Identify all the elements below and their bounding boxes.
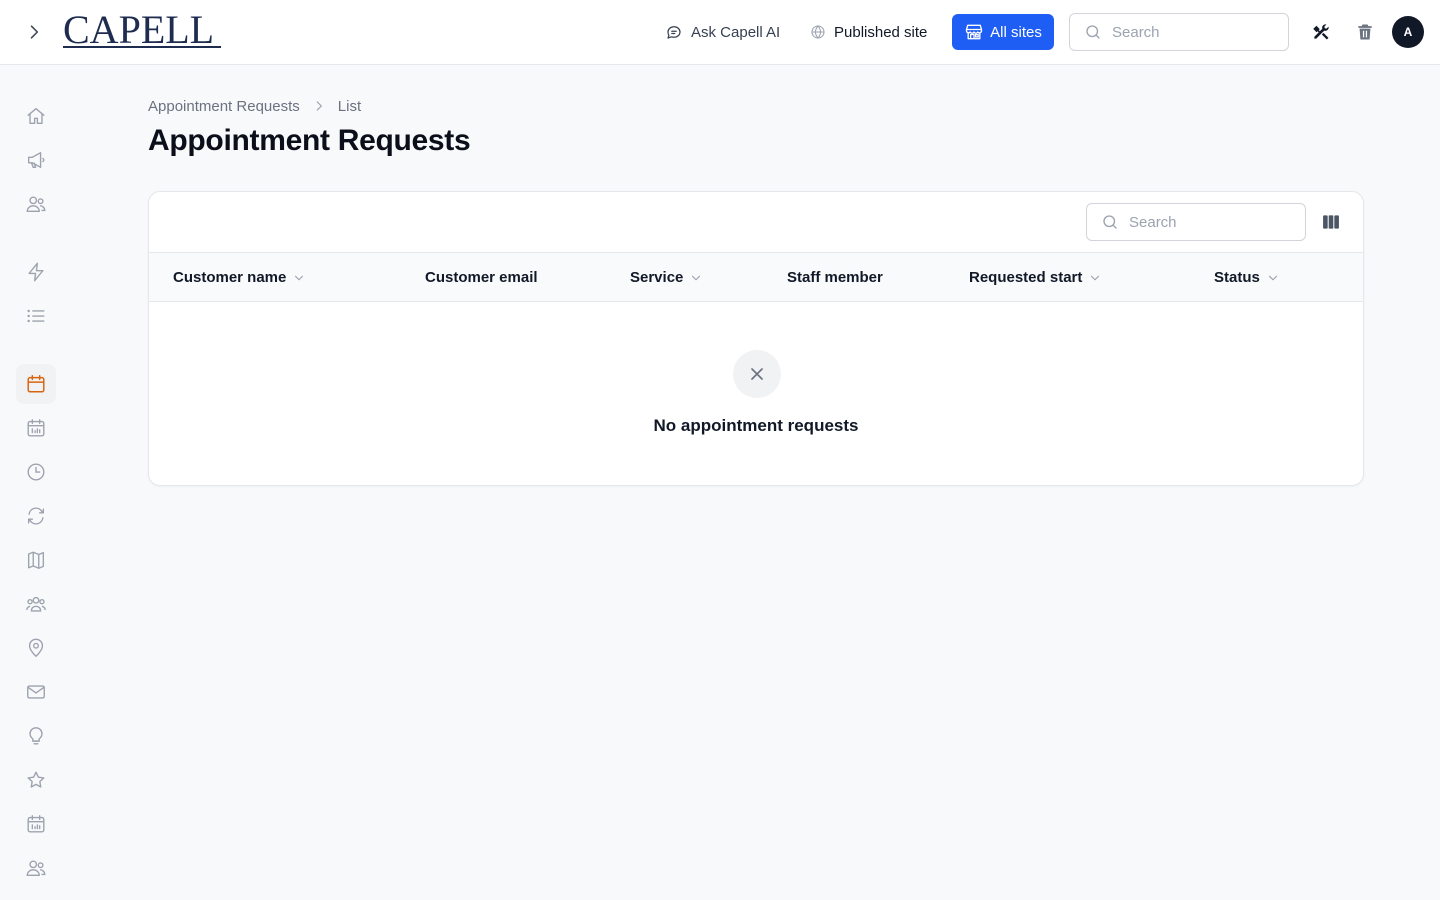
chevron-right-icon: [316, 101, 322, 111]
sidebar-item-staff[interactable]: [16, 848, 56, 888]
trash-button[interactable]: [1353, 20, 1377, 44]
tools-button[interactable]: [1309, 20, 1333, 44]
table-search-field[interactable]: [1086, 203, 1306, 241]
storefront-icon: [965, 24, 983, 40]
sidebar-item-reviews[interactable]: [16, 760, 56, 800]
chevron-down-icon: [692, 275, 701, 280]
table-search-input[interactable]: [1129, 213, 1279, 231]
column-label: Service: [630, 269, 684, 286]
users-icon: [26, 860, 46, 877]
refresh-icon: [27, 507, 45, 525]
column-header-customer-email: Customer email: [425, 253, 538, 302]
column-header-staff-member: Staff member: [787, 253, 883, 302]
breadcrumb-link-appointment-requests[interactable]: Appointment Requests: [148, 98, 300, 115]
trash-icon: [1358, 24, 1372, 40]
chevron-down-icon: [1268, 275, 1277, 280]
sidebar-item-appointments[interactable]: [16, 408, 56, 448]
star-icon: [27, 771, 45, 788]
lightning-icon: [28, 262, 44, 282]
expand-sidebar-button[interactable]: [22, 20, 46, 44]
column-label: Requested start: [969, 269, 1083, 286]
sidebar-item-schedule[interactable]: [16, 452, 56, 492]
sidebar-item-users[interactable]: [16, 184, 56, 224]
megaphone-icon: [27, 151, 45, 169]
calendar-icon: [27, 375, 45, 393]
appointment-requests-table: Customer name Customer email Service Sta…: [148, 191, 1364, 486]
empty-state-badge: [733, 350, 781, 398]
empty-state-message: No appointment requests: [653, 416, 859, 435]
calendar-days-icon: [27, 419, 45, 437]
all-sites-label: All sites: [990, 23, 1042, 41]
page-title: Appointment Requests: [148, 124, 471, 157]
column-header-status[interactable]: Status: [1214, 253, 1280, 302]
global-search-field[interactable]: [1069, 13, 1289, 51]
published-site-label: Published site: [834, 23, 928, 41]
column-header-customer-name[interactable]: Customer name: [173, 253, 306, 302]
sidebar-item-automations[interactable]: [16, 252, 56, 292]
chevron-down-icon: [295, 275, 304, 280]
sidebar-item-locations[interactable]: [16, 628, 56, 668]
sidebar-item-sync[interactable]: [16, 496, 56, 536]
sidebar-item-appointment-requests[interactable]: [16, 364, 56, 404]
chevron-right-icon: [30, 25, 39, 39]
sidebar-item-ideas[interactable]: [16, 716, 56, 756]
logo-underline: [63, 46, 221, 48]
chat-bubble-icon: [667, 26, 681, 39]
view-columns-icon: [1323, 215, 1339, 229]
column-label: Customer email: [425, 269, 538, 286]
envelope-icon: [27, 685, 45, 699]
search-icon: [1086, 25, 1100, 39]
user-group-icon: [26, 596, 46, 612]
wrench-screwdriver-icon: [1313, 24, 1329, 40]
list-icon: [27, 309, 45, 323]
breadcrumb-current: List: [337, 97, 362, 115]
all-sites-button[interactable]: All sites: [952, 14, 1054, 50]
light-bulb-icon: [29, 727, 43, 745]
chevron-down-icon: [1091, 275, 1100, 280]
column-label: Status: [1214, 269, 1260, 286]
sidebar-item-teams[interactable]: [16, 584, 56, 624]
ask-ai-label: Ask Capell AI: [691, 23, 781, 41]
column-header-requested-start[interactable]: Requested start: [969, 253, 1102, 302]
clock-icon: [27, 463, 45, 481]
sidebar-item-events[interactable]: [16, 804, 56, 844]
x-mark-icon: [751, 368, 763, 380]
global-search-input[interactable]: [1112, 23, 1262, 41]
column-label: Customer name: [173, 269, 287, 286]
ask-ai-button[interactable]: Ask Capell AI: [665, 20, 780, 44]
sidebar-item-messages[interactable]: [16, 672, 56, 712]
home-icon: [27, 107, 45, 125]
column-header-service[interactable]: Service: [630, 253, 703, 302]
calendar-days-icon: [27, 815, 45, 833]
top-bar: CAPELL Ask Capell AI Published site All …: [0, 0, 1440, 65]
logo-text: CAPELL: [63, 7, 215, 52]
toggle-columns-button[interactable]: [1319, 210, 1343, 234]
map-pin-icon: [28, 638, 44, 658]
sidebar-item-home[interactable]: [16, 96, 56, 136]
column-label: Staff member: [787, 269, 883, 286]
sidebar-item-lists[interactable]: [16, 296, 56, 336]
globe-icon: [811, 25, 825, 39]
table-header: Customer name Customer email Service Sta…: [149, 253, 1363, 302]
breadcrumb: Appointment Requests List: [148, 96, 361, 116]
users-icon: [26, 196, 46, 213]
search-icon: [1103, 215, 1117, 229]
map-icon: [27, 551, 45, 569]
sidebar-item-announcements[interactable]: [16, 140, 56, 180]
user-avatar[interactable]: A: [1392, 16, 1424, 48]
published-site-link[interactable]: Published site: [810, 20, 927, 44]
sidebar-item-map[interactable]: [16, 540, 56, 580]
table-toolbar: [149, 192, 1363, 253]
